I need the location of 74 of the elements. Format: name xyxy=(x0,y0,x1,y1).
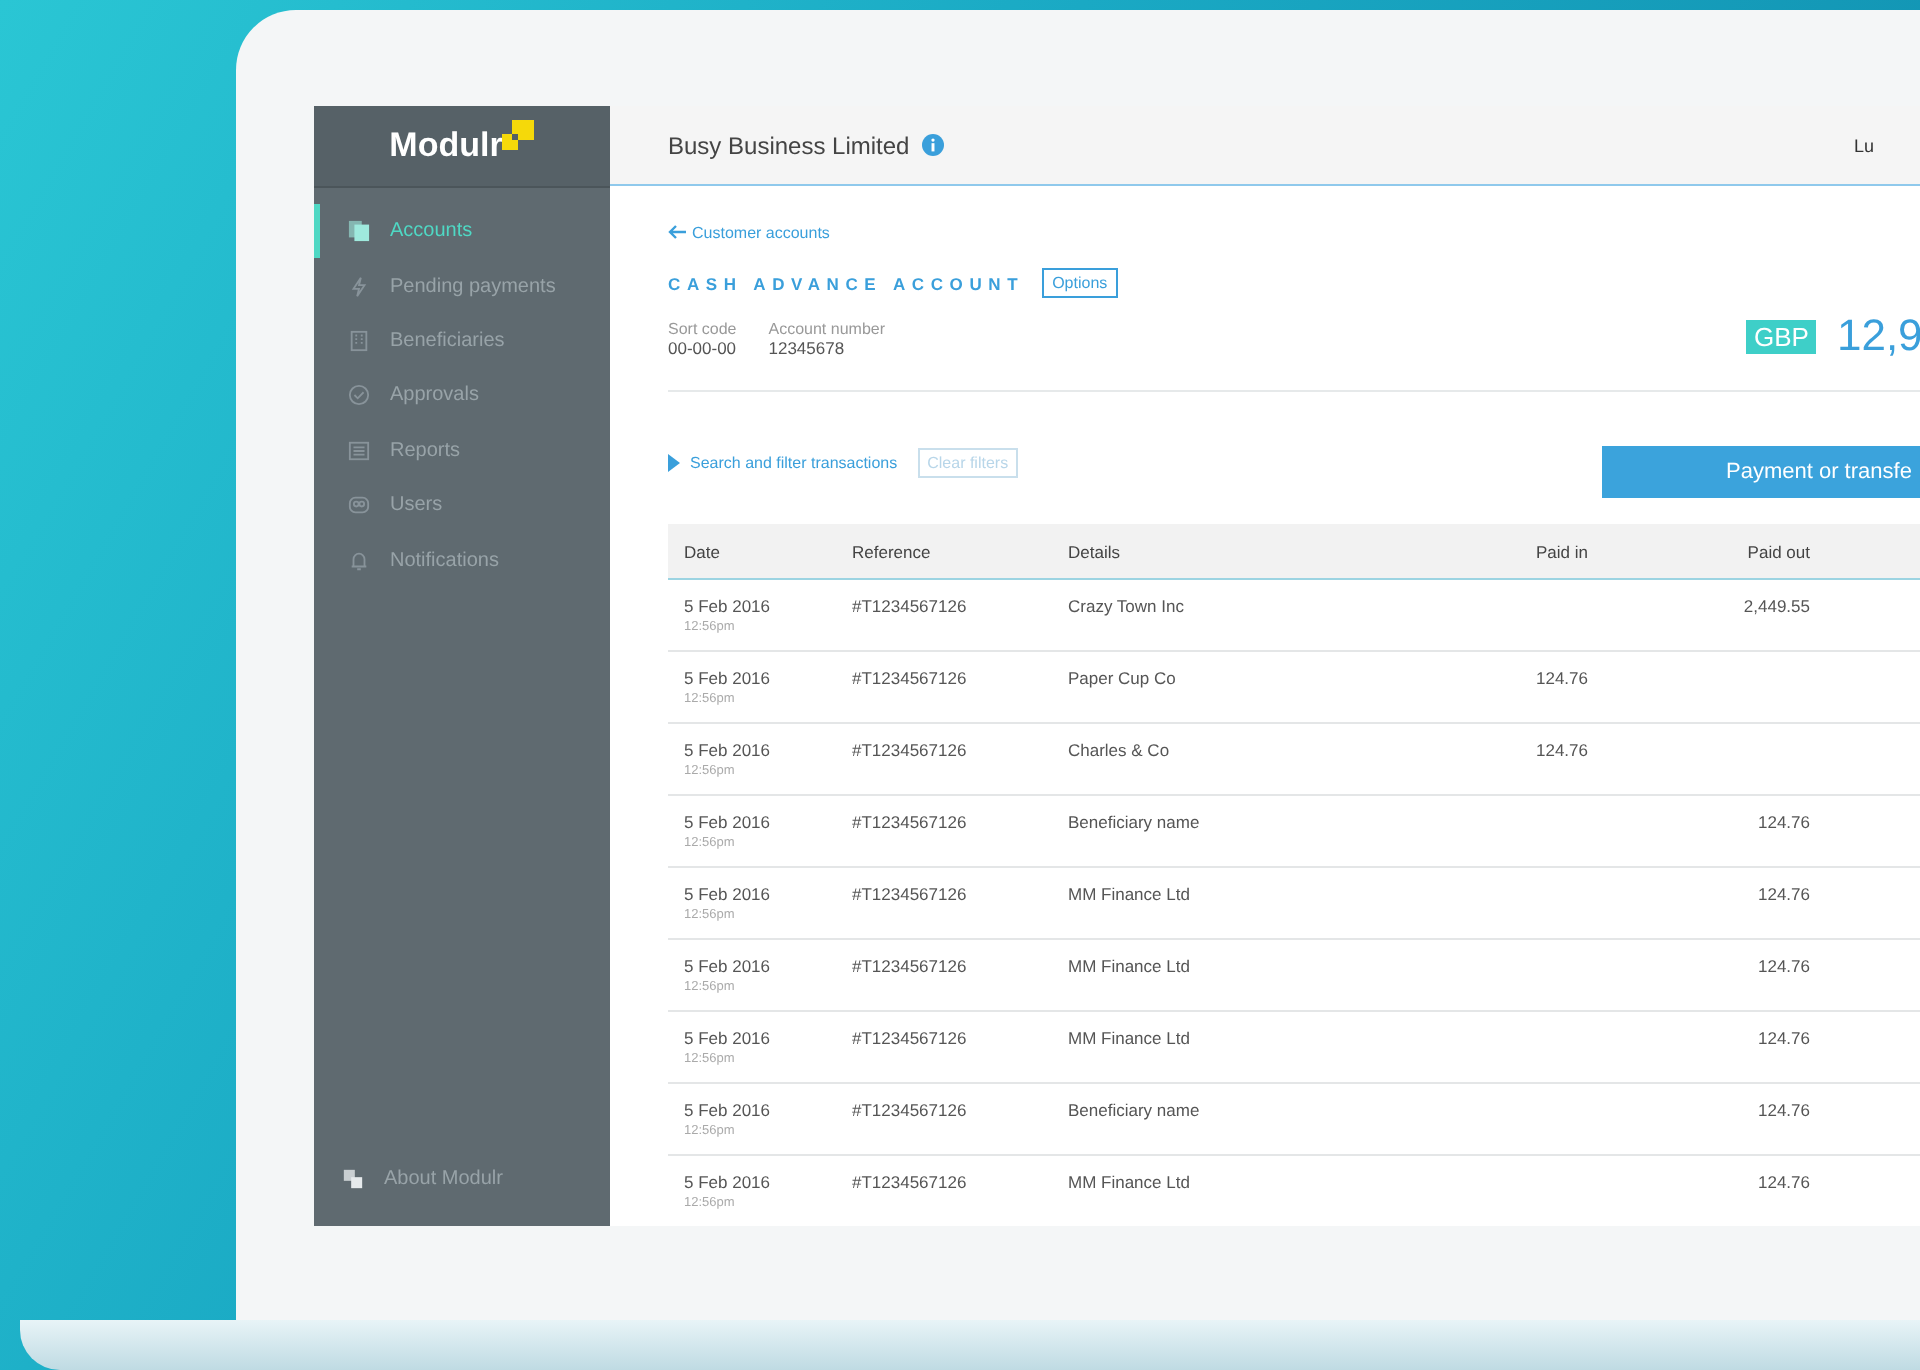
about-link[interactable]: About Modulr xyxy=(314,1151,610,1206)
sidebar-item[interactable]: Notifications xyxy=(314,532,610,588)
date-text: 5 Feb 2016 xyxy=(684,1172,773,1192)
payment-button[interactable]: Payment or transfe xyxy=(1602,446,1920,498)
account-number: 12345678 xyxy=(768,338,847,358)
arrow-left-icon xyxy=(668,224,686,240)
check-icon xyxy=(348,384,370,407)
reference-cell: #T1234567126 xyxy=(852,956,967,976)
info-icon[interactable] xyxy=(921,134,944,156)
filter-toggle[interactable]: Search and filter transactions xyxy=(668,453,898,471)
date-text: 5 Feb 2016 xyxy=(684,740,773,760)
details-cell: Beneficiary name xyxy=(1068,1100,1200,1120)
details-cell: MM Finance Ltd xyxy=(1068,956,1190,976)
currency-badge: GBP xyxy=(1746,319,1817,353)
reference-cell: #T1234567126 xyxy=(852,812,967,832)
reference-cell: #T1234567126 xyxy=(852,884,967,904)
details-cell: Paper Cup Co xyxy=(1068,668,1176,688)
bell-icon xyxy=(348,549,370,572)
reference-cell: #T1234567126 xyxy=(852,1100,967,1120)
paid-in-cell: 124.76 xyxy=(1536,740,1588,760)
details-cell: Charles & Co xyxy=(1068,740,1170,760)
column-header: Date xyxy=(668,524,852,579)
list-icon xyxy=(348,439,370,462)
bolt-icon xyxy=(348,275,370,298)
column-header: Details xyxy=(1068,524,1388,579)
paid-out-cell: 2,449.55 xyxy=(1743,596,1810,616)
logo-text: Modulr xyxy=(389,126,503,166)
paid-out-cell: 124.76 xyxy=(1758,956,1810,976)
account-number-label: Account number xyxy=(768,320,886,338)
reference-cell: #T1234567126 xyxy=(852,1028,967,1048)
column-header: Paid out xyxy=(1588,524,1810,579)
building-icon xyxy=(348,329,370,352)
details-cell: Crazy Town Inc xyxy=(1068,596,1184,616)
sidebar-item[interactable]: Approvals xyxy=(314,368,610,424)
back-link[interactable]: Customer accounts xyxy=(668,223,830,241)
account-name: CASH ADVANCE ACCOUNT xyxy=(668,273,1025,293)
date-text: 5 Feb 2016 xyxy=(684,956,773,976)
sort-code: 00-00-00 xyxy=(668,338,737,358)
sidebar-item[interactable]: Pending payments xyxy=(314,258,610,314)
reference-cell: #T1234567126 xyxy=(852,596,967,616)
users-icon xyxy=(348,494,370,517)
reference-cell: #T1234567126 xyxy=(852,740,967,760)
squares-icon xyxy=(342,1167,364,1190)
caret-icon xyxy=(668,453,680,471)
details-cell: MM Finance Ltd xyxy=(1068,884,1190,904)
column-header: Reference xyxy=(852,524,1068,579)
date-text: 5 Feb 2016 xyxy=(684,884,773,904)
paid-out-cell: 124.76 xyxy=(1758,884,1810,904)
details-cell: MM Finance Ltd xyxy=(1068,1172,1190,1192)
paid-out-cell: 124.76 xyxy=(1758,1100,1810,1120)
logo-squares-icon xyxy=(502,120,535,152)
details-cell: Beneficiary name xyxy=(1068,812,1200,832)
cards-icon xyxy=(348,220,370,243)
reference-cell: #T1234567126 xyxy=(852,1172,967,1192)
reference-cell: #T1234567126 xyxy=(852,668,967,688)
sort-code-label: Sort code xyxy=(668,320,737,338)
sidebar-item[interactable]: Reports xyxy=(314,423,610,478)
options-button[interactable]: Options xyxy=(1042,268,1118,298)
sidebar-item[interactable]: Users xyxy=(314,477,610,533)
details-cell: MM Finance Ltd xyxy=(1068,1028,1190,1048)
column-header: Paid in xyxy=(1388,524,1588,579)
paid-in-cell: 124.76 xyxy=(1536,668,1588,688)
user-name[interactable]: Lu xyxy=(1853,135,1874,155)
paid-out-cell: 124.76 xyxy=(1758,1172,1810,1192)
balance-amount: 12,9 xyxy=(1836,310,1920,362)
paid-out-cell: 124.76 xyxy=(1758,1028,1810,1048)
paid-out-cell: 124.76 xyxy=(1758,812,1810,832)
date-text: 5 Feb 2016 xyxy=(684,596,773,616)
date-text: 5 Feb 2016 xyxy=(684,1100,773,1120)
company-name: Busy Business Limited xyxy=(668,131,910,159)
date-text: 5 Feb 2016 xyxy=(684,668,773,688)
sidebar-item[interactable]: Beneficiaries xyxy=(314,313,610,369)
date-text: 5 Feb 2016 xyxy=(684,812,773,832)
date-text: 5 Feb 2016 xyxy=(684,1028,773,1048)
